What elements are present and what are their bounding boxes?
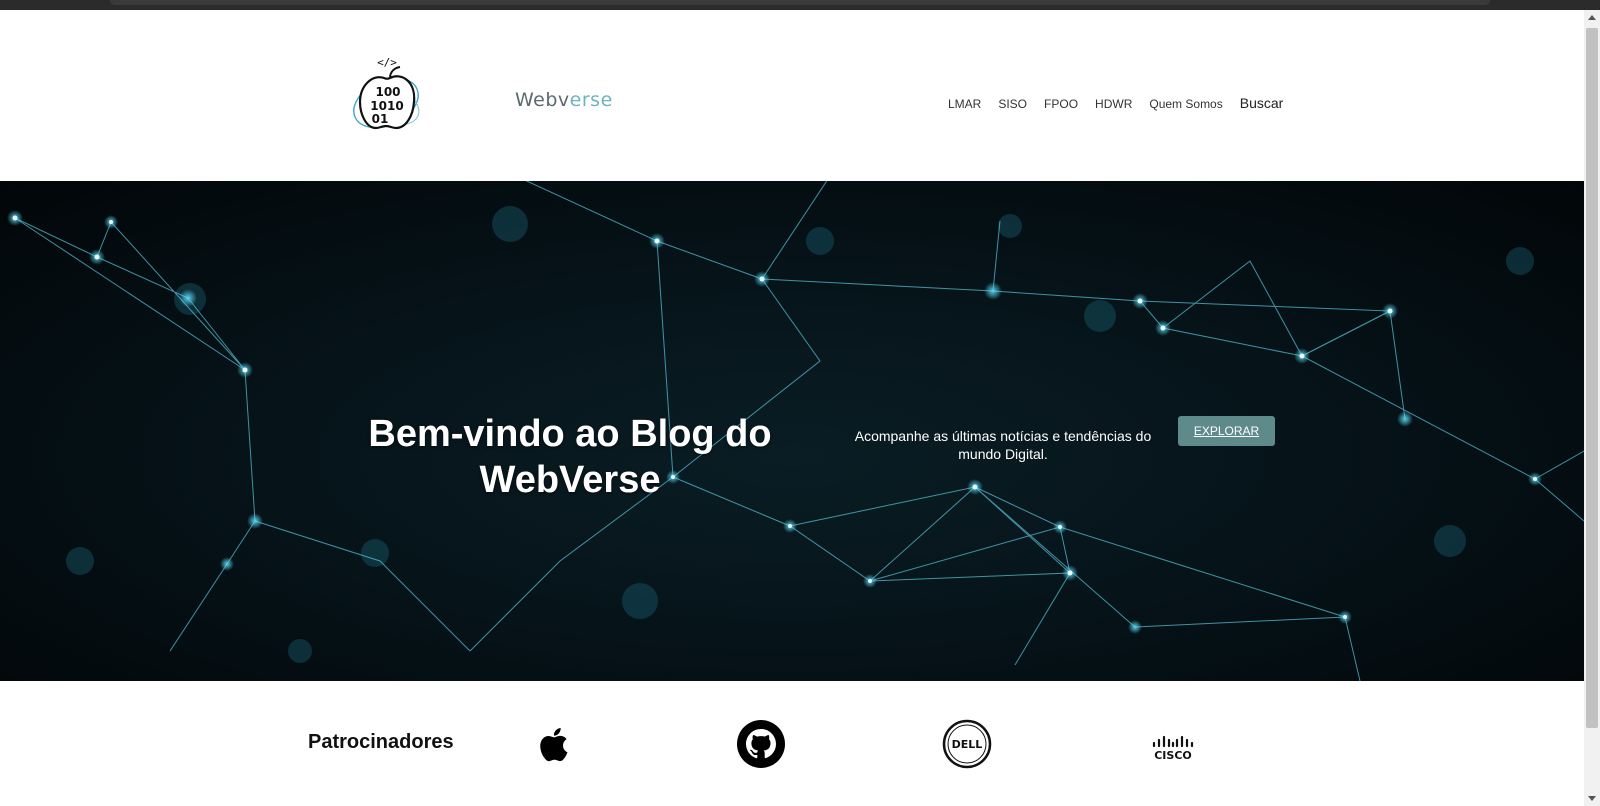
page-scrollbar[interactable] xyxy=(1584,10,1600,806)
logo-code-tag: </> xyxy=(377,58,397,69)
browser-top-bar xyxy=(0,0,1600,10)
sponsor-dell[interactable]: DELL xyxy=(942,719,992,769)
logo-binary-line-1: 100 xyxy=(375,85,400,99)
sponsor-apple[interactable] xyxy=(530,719,580,769)
scroll-down-icon[interactable] xyxy=(1588,796,1596,801)
github-icon xyxy=(737,720,785,768)
sponsor-github[interactable] xyxy=(736,719,786,769)
brand-name-part-2: erse xyxy=(569,89,613,111)
hero-subtitle: Acompanhe as últimas notícias e tendênci… xyxy=(854,428,1152,462)
nav-search-link[interactable]: Buscar xyxy=(1240,95,1284,111)
site-logo[interactable]: </> 100 1010 01 xyxy=(350,56,436,144)
cisco-icon: CISCO xyxy=(1152,735,1194,762)
dell-wordmark: DELL xyxy=(952,738,983,751)
scroll-up-icon[interactable] xyxy=(1588,15,1596,20)
brand-name-part-1: Webv xyxy=(515,89,570,111)
main-nav: LMAR SISO FPOO HDWR Quem Somos Buscar xyxy=(948,95,1283,111)
site-header: </> 100 1010 01 Webverse LMAR SISO FPOO … xyxy=(0,10,1584,181)
logo-binary-line-2: 1010 xyxy=(370,99,403,113)
browser-tab-strip xyxy=(110,0,1490,5)
hero-banner: Bem-vindo ao Blog do WebVerse Acompanhe … xyxy=(0,181,1584,681)
apple-icon xyxy=(540,728,568,762)
dell-icon: DELL xyxy=(942,719,992,769)
scrollbar-thumb[interactable] xyxy=(1586,28,1598,728)
apple-binary-logo-icon: </> 100 1010 01 xyxy=(353,56,420,130)
sponsors-title: Patrocinadores xyxy=(308,731,454,753)
hero-title: Bem-vindo ao Blog do WebVerse xyxy=(368,413,772,502)
sponsor-cisco[interactable]: CISCO xyxy=(1148,719,1198,769)
nav-item-fpoo[interactable]: FPOO xyxy=(1044,97,1078,111)
brand-name[interactable]: Webverse xyxy=(515,89,613,111)
cisco-wordmark: CISCO xyxy=(1154,749,1192,762)
nav-item-lmar[interactable]: LMAR xyxy=(948,97,981,111)
nav-item-siso[interactable]: SISO xyxy=(998,97,1027,111)
nav-item-quem-somos[interactable]: Quem Somos xyxy=(1149,97,1222,111)
explore-button[interactable]: EXPLORAR xyxy=(1178,416,1275,446)
sponsors-section: Patrocinadores DELL CISCO xyxy=(0,681,1584,806)
nav-item-hdwr[interactable]: HDWR xyxy=(1095,97,1132,111)
logo-binary-line-3: 01 xyxy=(372,112,389,126)
